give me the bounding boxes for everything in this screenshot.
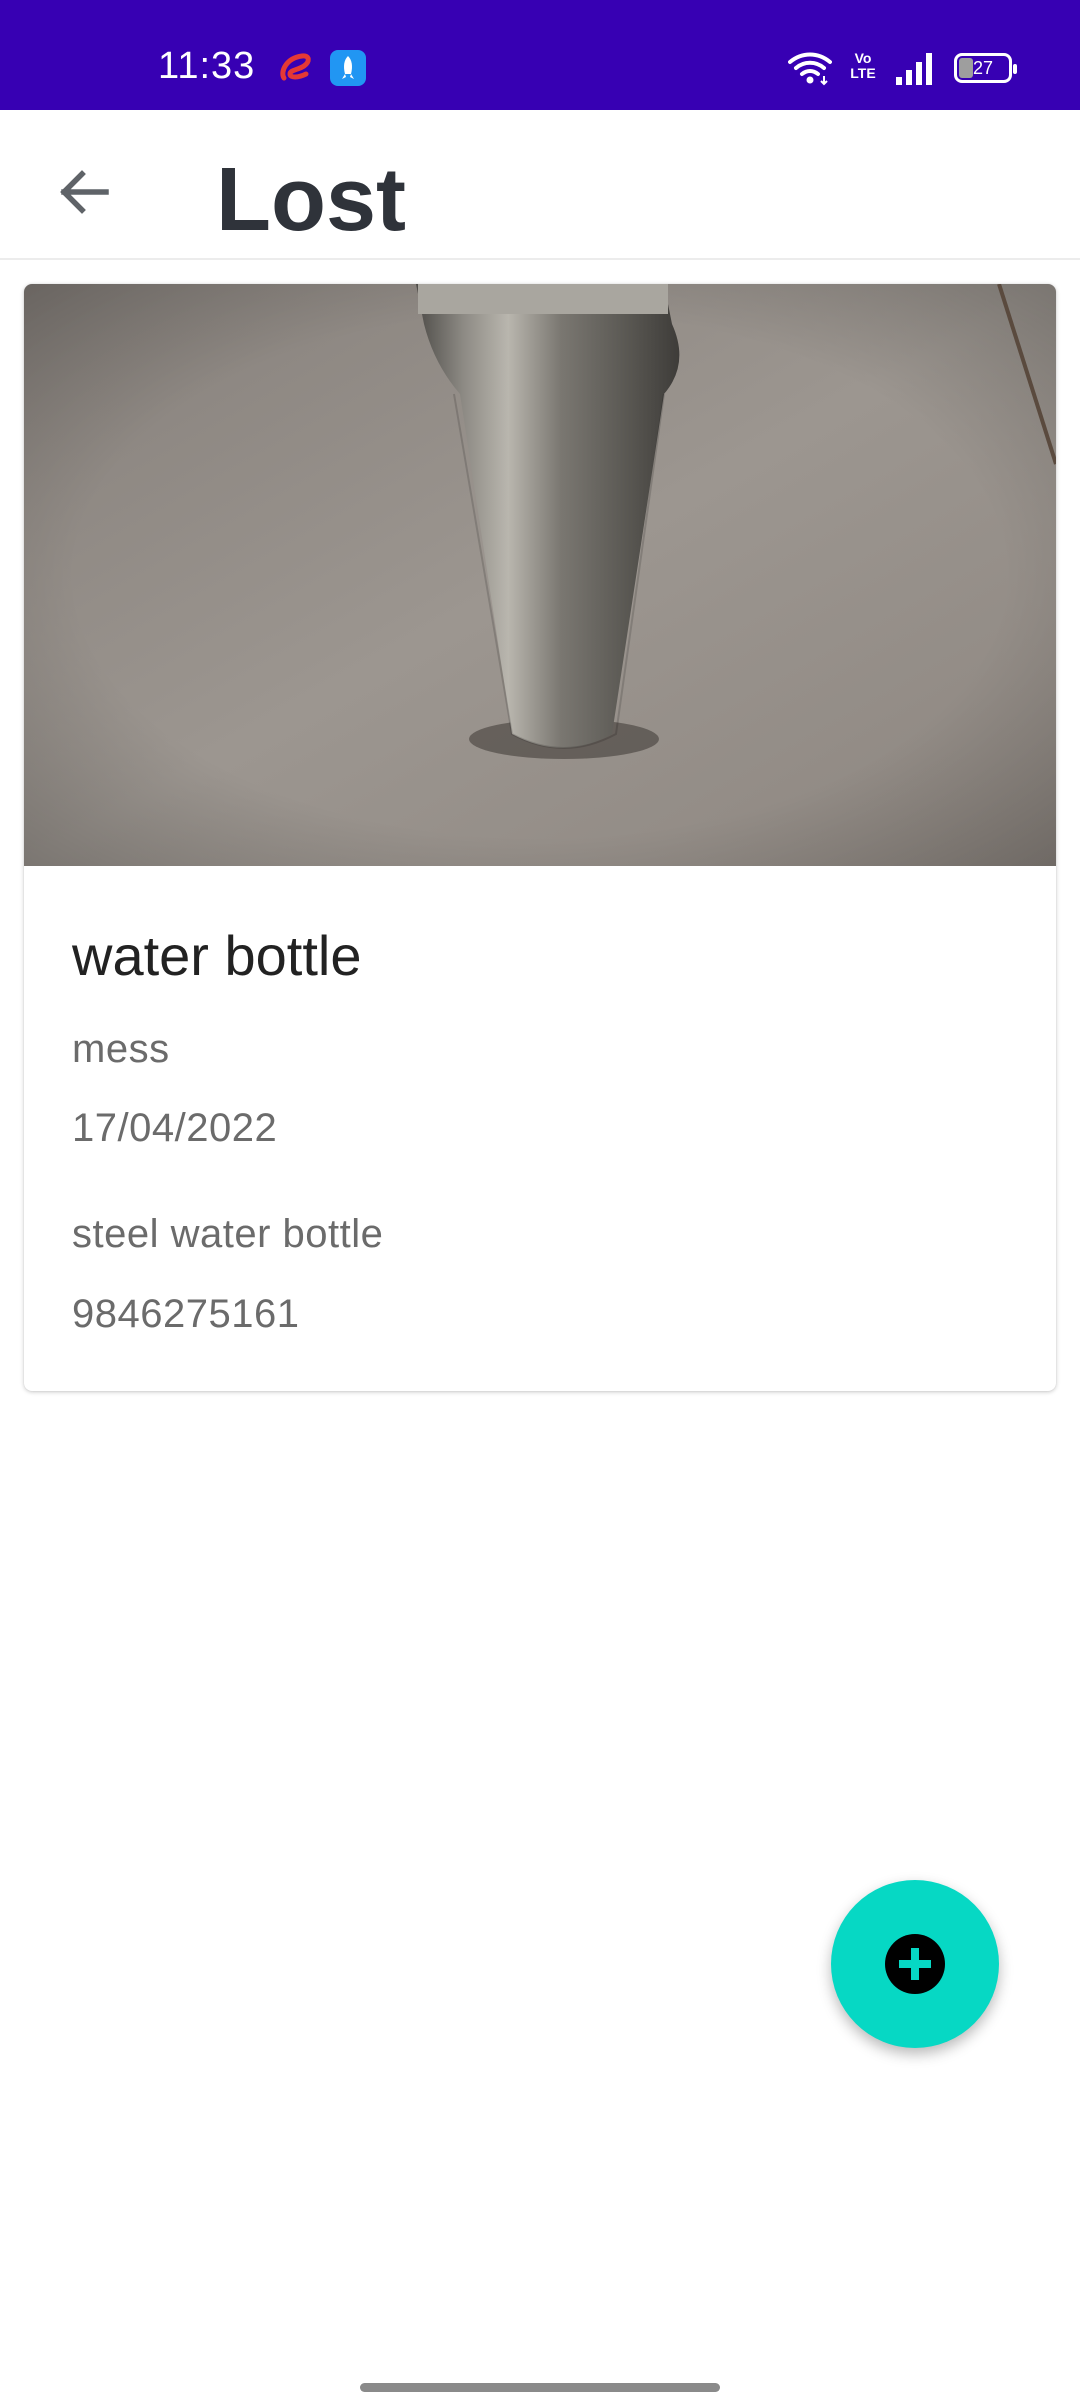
- page-title: Lost: [216, 150, 406, 250]
- lost-item-card[interactable]: water bottle mess 17/04/2022 steel water…: [24, 284, 1056, 1391]
- add-circle-icon: [885, 1934, 945, 1994]
- rocket-app-icon: [330, 50, 366, 86]
- item-location: mess: [72, 1027, 170, 1071]
- status-bar: 11:33 Vo LTE 27: [0, 0, 1080, 110]
- app-bar: Lost: [0, 110, 1080, 260]
- item-date: 17/04/2022: [72, 1106, 278, 1150]
- item-phone[interactable]: 9846275161: [72, 1290, 299, 1338]
- status-icons: Vo LTE 27: [788, 48, 1017, 88]
- airtel-icon: [280, 53, 311, 81]
- item-title: water bottle: [72, 924, 362, 987]
- battery-fill: [959, 58, 973, 78]
- battery-icon: 27: [954, 53, 1017, 83]
- back-button[interactable]: [48, 156, 120, 228]
- arrow-left-icon: [60, 170, 109, 214]
- item-photo: [24, 284, 1056, 866]
- status-time: 11:33: [158, 45, 256, 87]
- add-item-button[interactable]: [831, 1880, 999, 2048]
- battery-level: 27: [972, 57, 994, 78]
- item-description: steel water bottle: [72, 1212, 384, 1256]
- signal-icon: [896, 53, 932, 85]
- wifi-icon: [788, 52, 832, 86]
- gesture-nav-handle[interactable]: [360, 2383, 720, 2392]
- volte-icon: Vo LTE: [850, 50, 876, 81]
